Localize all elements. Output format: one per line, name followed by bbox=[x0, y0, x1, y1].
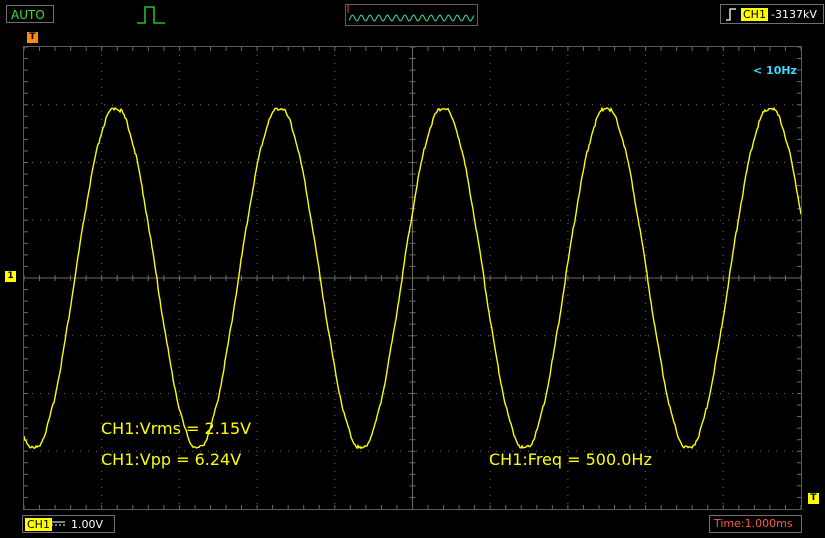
top-toolbar: AUTO CH1 -3137kV bbox=[0, 0, 825, 30]
trigger-position-marker[interactable]: T bbox=[27, 32, 38, 43]
waveform-display[interactable] bbox=[23, 46, 802, 510]
bottom-status-bar: CH1 1.00V Time:1.000ms bbox=[0, 512, 825, 538]
pulse-icon bbox=[137, 6, 165, 24]
frequency-measurement: CH1:Freq = 500.0Hz bbox=[489, 450, 652, 469]
memory-overview-window[interactable] bbox=[345, 4, 478, 26]
ch1-offset-marker[interactable]: 1 bbox=[5, 271, 16, 282]
ch1-badge: CH1 bbox=[25, 518, 52, 531]
volts-per-div: 1.00V bbox=[71, 518, 104, 531]
waveform-graticule bbox=[24, 47, 801, 509]
rising-edge-icon bbox=[726, 8, 736, 21]
dc-coupling-icon bbox=[51, 521, 65, 526]
trigger-channel-badge: CH1 bbox=[741, 8, 768, 21]
trigger-status[interactable]: CH1 -3137kV bbox=[720, 4, 824, 24]
vrms-measurement: CH1:Vrms = 2.15V bbox=[101, 419, 252, 438]
trigger-level-marker[interactable]: T bbox=[808, 493, 819, 504]
vpp-measurement: CH1:Vpp = 6.24V bbox=[101, 450, 242, 469]
ch1-scale-box[interactable]: CH1 1.00V bbox=[22, 515, 115, 533]
memory-overview-trace bbox=[348, 14, 475, 22]
timebase-box[interactable]: Time:1.000ms bbox=[709, 515, 802, 533]
acquisition-mode-button[interactable]: AUTO bbox=[6, 5, 54, 23]
trigger-level-value: -3137kV bbox=[771, 8, 817, 21]
frequency-note: < 10Hz bbox=[753, 64, 797, 77]
